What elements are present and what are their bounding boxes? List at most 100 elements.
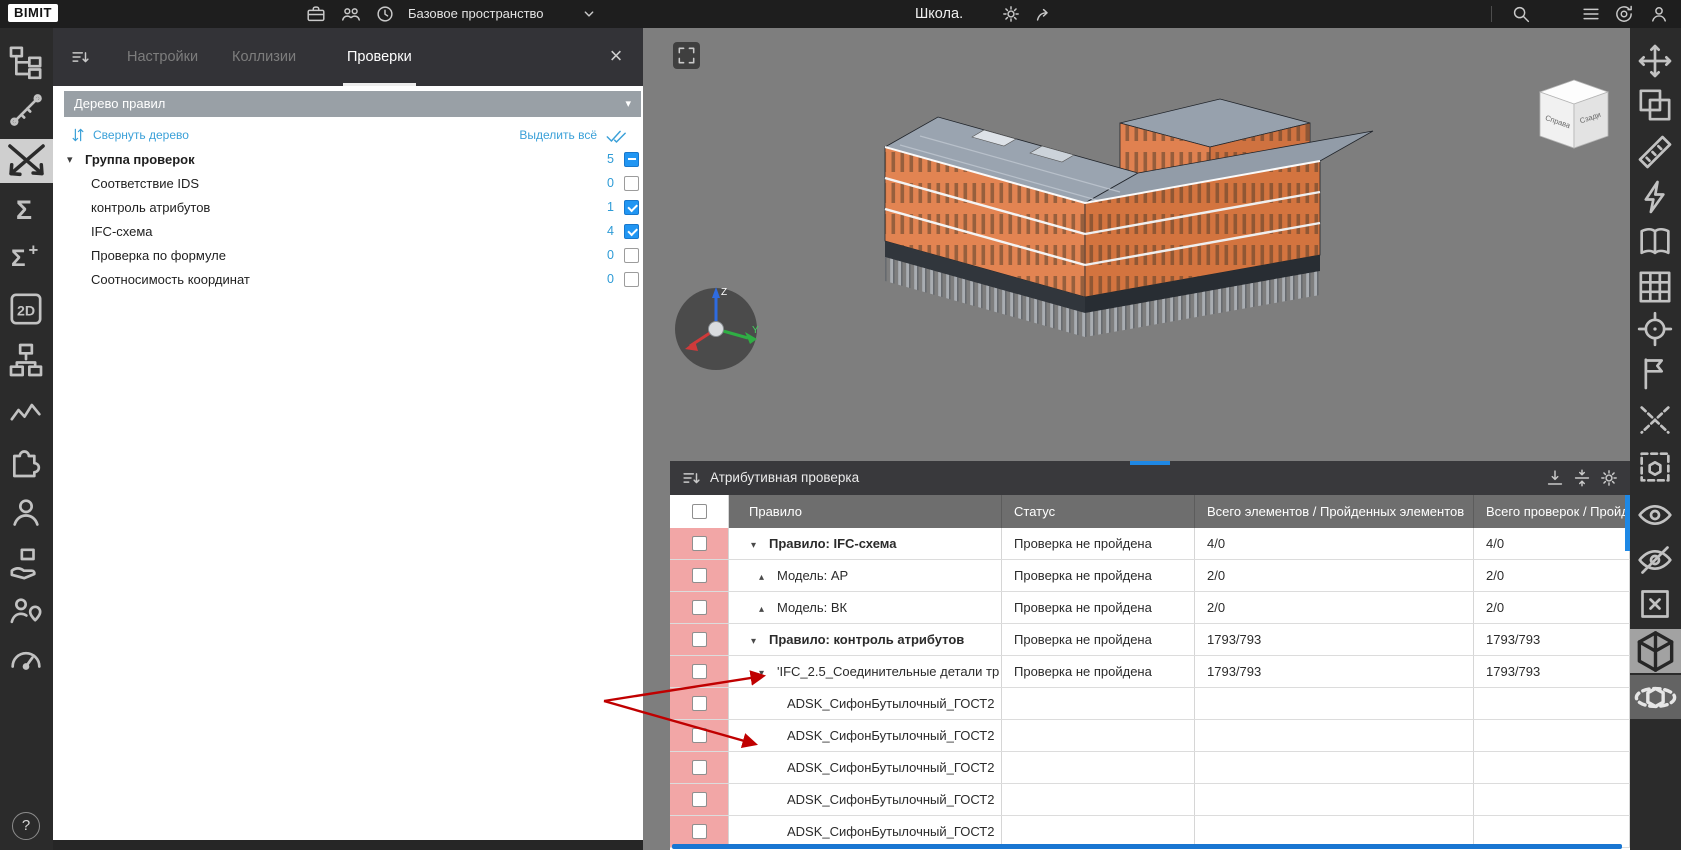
column-elements[interactable]: Всего элементов / Пройденных элементов — [1195, 495, 1474, 528]
history-icon[interactable] — [374, 3, 396, 25]
orbit-icon[interactable] — [1630, 675, 1681, 719]
column-checks[interactable]: Всего проверок / Пройд — [1474, 495, 1630, 528]
rules-tree-header[interactable]: Дерево правил ▾ — [64, 91, 641, 117]
column-status[interactable]: Статус — [1002, 495, 1195, 528]
chevron-up-icon[interactable]: ▴ — [759, 562, 777, 591]
double-check-icon[interactable] — [605, 125, 627, 147]
section-book-icon[interactable] — [1635, 222, 1675, 262]
chevron-down-icon[interactable]: ▾ — [67, 154, 73, 166]
tree-item[interactable]: Соответствие IDS0 — [53, 171, 643, 195]
tab-settings[interactable]: Настройки — [123, 28, 202, 83]
import-rows-icon[interactable] — [1544, 467, 1566, 489]
close-icon[interactable]: × — [601, 41, 631, 71]
user-location-icon[interactable] — [6, 591, 46, 631]
tab-collisions[interactable]: Коллизии — [228, 28, 300, 83]
tree-item-checkbox[interactable] — [624, 176, 639, 191]
visibility-off-icon[interactable] — [1635, 540, 1675, 580]
tree-item-checkbox[interactable] — [624, 200, 639, 215]
visibility-icon[interactable] — [1635, 495, 1675, 535]
collapse-tree-link[interactable]: Свернуть дерево — [93, 124, 189, 146]
ruler-icon[interactable] — [1635, 132, 1675, 172]
section-grid-icon[interactable] — [1635, 267, 1675, 307]
workspace-selector[interactable]: Базовое пространство — [408, 0, 544, 28]
help-button[interactable]: ? — [12, 812, 40, 840]
row-checkbox[interactable] — [692, 824, 707, 839]
axis-cross-icon[interactable] — [1635, 400, 1675, 440]
share-icon[interactable] — [1033, 3, 1055, 25]
gear-icon[interactable] — [1000, 3, 1022, 25]
horizontal-scrollbar[interactable] — [672, 844, 1622, 849]
tab-checks[interactable]: Проверки — [343, 28, 416, 86]
row-checkbox[interactable] — [692, 792, 707, 807]
lightning-icon[interactable] — [1635, 177, 1675, 217]
view-cube[interactable]: Справа Сзади — [1536, 78, 1612, 160]
collapse-tree-icon[interactable] — [69, 126, 87, 144]
chevron-up-icon[interactable]: ▴ — [759, 594, 777, 623]
table-row[interactable]: ADSK_СифонБутылочный_ГОСТ2 — [670, 720, 1630, 752]
menu-list-icon[interactable] — [1580, 3, 1602, 25]
chevron-down-icon[interactable]: ▾ — [759, 658, 777, 687]
row-checkbox[interactable] — [692, 600, 707, 615]
panel-menu-icon[interactable] — [69, 46, 91, 68]
row-checkbox[interactable] — [692, 728, 707, 743]
measure-icon[interactable] — [6, 90, 46, 130]
team-icon[interactable] — [340, 3, 362, 25]
tree-item-checkbox[interactable] — [624, 272, 639, 287]
select-all-checkbox[interactable] — [692, 504, 707, 519]
tree-item-checkbox[interactable] — [624, 224, 639, 239]
plugin-icon[interactable] — [6, 441, 46, 481]
2d-view-icon[interactable]: 2D — [6, 289, 46, 329]
user-icon[interactable] — [6, 492, 46, 532]
toolbox-icon[interactable] — [305, 3, 327, 25]
tree-item-checkbox[interactable] — [624, 152, 639, 167]
table-row[interactable]: ▾'IFC_2.5_Соединительные детали трПровер… — [670, 656, 1630, 688]
table-row[interactable]: ADSK_СифонБутылочный_ГОСТ2 — [670, 752, 1630, 784]
panel-menu-icon[interactable] — [680, 467, 702, 489]
table-row[interactable]: ADSK_СифонБутылочный_ГОСТ2 — [670, 784, 1630, 816]
table-row[interactable]: ▾Правило: контроль атрибутовПроверка не … — [670, 624, 1630, 656]
panel-resize-handle[interactable] — [1130, 461, 1170, 465]
chart-icon[interactable] — [6, 390, 46, 430]
sum-plus-icon[interactable]: Σ+ — [6, 237, 46, 277]
pan-icon[interactable] — [1635, 41, 1675, 81]
locate-icon[interactable] — [1635, 309, 1675, 349]
clash-detection-icon[interactable] — [0, 139, 53, 183]
tree-item-checkbox[interactable] — [624, 248, 639, 263]
chevron-down-icon[interactable] — [578, 3, 600, 25]
views-icon[interactable] — [1635, 85, 1675, 125]
row-checkbox[interactable] — [692, 536, 707, 551]
deselect-icon[interactable] — [1635, 584, 1675, 624]
table-row[interactable]: ADSK_СифонБутылочный_ГОСТ2 — [670, 688, 1630, 720]
table-settings-icon[interactable] — [1598, 467, 1620, 489]
account-sync-icon[interactable] — [1613, 3, 1635, 25]
tree-item[interactable]: IFC-схема4 — [53, 219, 643, 243]
table-row[interactable]: ▴Модель: АРПроверка не пройдена2/02/0 — [670, 560, 1630, 592]
tree-item[interactable]: Соотносимость координат0 — [53, 267, 643, 291]
app-logo[interactable]: BIMIT — [8, 4, 58, 22]
table-row[interactable]: ▴Модель: ВКПроверка не пройдена2/02/0 — [670, 592, 1630, 624]
user-profile-icon[interactable] — [1648, 3, 1670, 25]
row-checkbox[interactable] — [692, 664, 707, 679]
fullscreen-button[interactable] — [673, 42, 700, 69]
tree-item[interactable]: Проверка по формуле0 — [53, 243, 643, 267]
select-all-link[interactable]: Выделить всё — [519, 124, 597, 146]
search-icon[interactable] — [1510, 3, 1532, 25]
row-checkbox[interactable] — [692, 632, 707, 647]
row-checkbox[interactable] — [692, 696, 707, 711]
row-checkbox[interactable] — [692, 760, 707, 775]
dashboard-icon[interactable] — [6, 639, 46, 679]
handover-icon[interactable] — [6, 544, 46, 584]
viewport-3d[interactable]: Z Y Справа Сзади Атрибутивная проверка П — [643, 28, 1630, 850]
tree-item[interactable]: ▾Группа проверок5 — [53, 147, 643, 171]
fit-rows-icon[interactable] — [1571, 467, 1593, 489]
tree-item[interactable]: контроль атрибутов1 — [53, 195, 643, 219]
column-rule[interactable]: Правило — [729, 495, 1002, 528]
model-tree-icon[interactable] — [6, 42, 46, 82]
row-checkbox[interactable] — [692, 568, 707, 583]
chevron-down-icon[interactable]: ▾ — [751, 530, 769, 559]
axes-gizmo[interactable]: Z Y — [668, 281, 764, 377]
model-cube-icon[interactable] — [1630, 629, 1681, 673]
hierarchy-icon[interactable] — [6, 340, 46, 380]
chevron-down-icon[interactable]: ▾ — [751, 626, 769, 655]
flag-icon[interactable] — [1635, 353, 1675, 393]
